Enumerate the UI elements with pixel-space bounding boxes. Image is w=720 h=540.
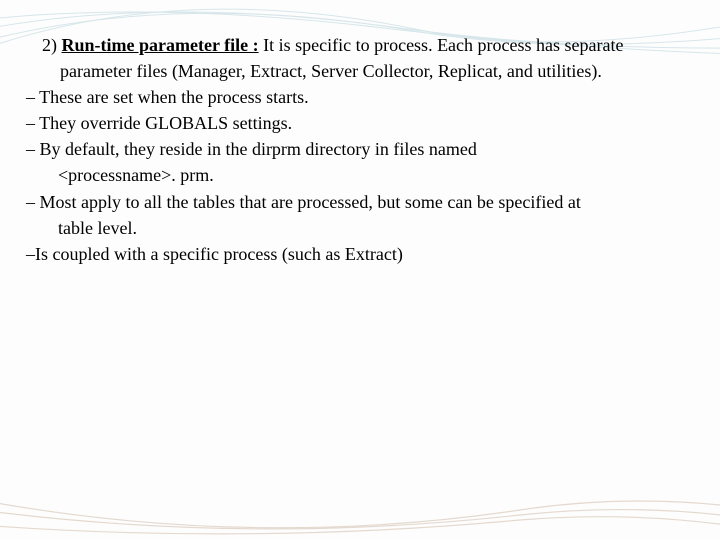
bullet-2: – They override GLOBALS settings. (28, 110, 692, 136)
decorative-bottom-lines (0, 490, 720, 540)
content-block: 2) Run-time parameter file : It is speci… (28, 32, 692, 267)
heading-number: 2) (42, 35, 57, 55)
bullet-5: –Is coupled with a specific process (suc… (28, 241, 692, 267)
bullet-4: – Most apply to all the tables that are … (28, 189, 692, 215)
slide: 2) Run-time parameter file : It is speci… (0, 0, 720, 540)
heading-title: Run-time parameter file : (62, 35, 259, 55)
bullet-3: – By default, they reside in the dirprm … (28, 136, 692, 162)
heading-line: 2) Run-time parameter file : It is speci… (28, 32, 692, 84)
bullet-3-wrap: <processname>. prm. (28, 162, 692, 188)
bullet-4-wrap: table level. (28, 215, 692, 241)
bullet-1: – These are set when the process starts. (28, 84, 692, 110)
